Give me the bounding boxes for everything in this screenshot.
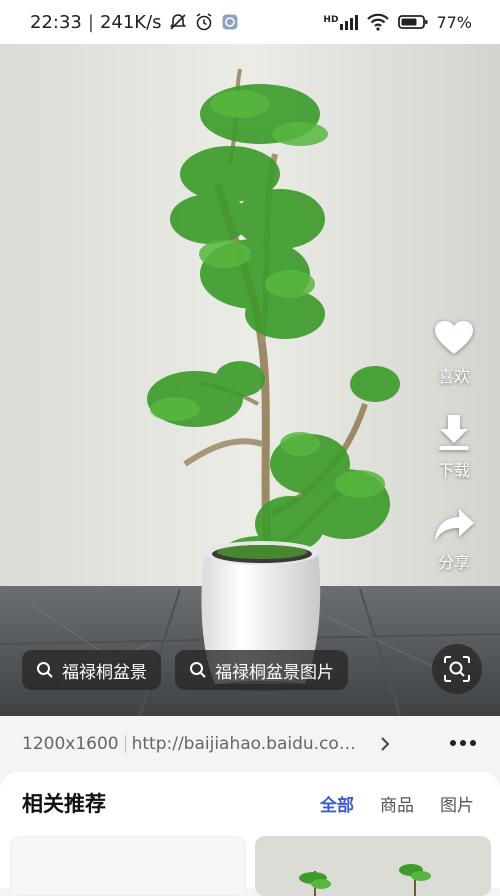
recommendation-thumbnail[interactable]	[255, 836, 491, 896]
hd-label: HD	[323, 14, 339, 25]
image-viewer[interactable]: 喜欢 下载 分享 福禄桐盆景 福禄桐盆景图片	[0, 44, 500, 716]
battery-icon	[398, 15, 428, 29]
recommendation-thumbnail[interactable]	[10, 836, 246, 896]
tab-images[interactable]: 图片	[440, 791, 474, 816]
status-right: HD 77%	[323, 13, 472, 32]
more-icon[interactable]	[450, 740, 476, 746]
recs-tabs: 全部 商品 图片	[320, 791, 474, 816]
related-recommendations: 相关推荐 全部 商品 图片	[0, 772, 500, 896]
search-chip-1[interactable]: 福禄桐盆景	[22, 650, 161, 690]
download-icon	[439, 415, 469, 450]
search-icon	[37, 662, 53, 678]
like-label: 喜欢	[437, 367, 470, 386]
status-separator: |	[87, 11, 94, 33]
source-url-link[interactable]: http://baijiahao.baidu.com/...	[132, 734, 372, 754]
share-icon	[435, 509, 474, 541]
status-bar: 22:33 | 241K/s HD 77%	[0, 0, 500, 44]
image-info-row: 1200x1600 http://baijiahao.baidu.com/...	[0, 716, 500, 772]
info-separator	[124, 735, 126, 753]
visual-search-button[interactable]	[432, 644, 482, 694]
chevron-right-icon[interactable]	[380, 736, 390, 752]
clock: 22:33	[30, 11, 82, 33]
recs-title: 相关推荐	[22, 792, 106, 816]
alarm-icon	[196, 13, 212, 31]
tab-products[interactable]: 商品	[380, 791, 414, 816]
tab-all[interactable]: 全部	[320, 791, 354, 816]
search-chip-2[interactable]: 福禄桐盆景图片	[175, 650, 348, 690]
search-chip-label: 福禄桐盆景	[62, 662, 147, 683]
hd-signal-icon: HD	[323, 14, 359, 30]
status-left: 22:33 | 241K/s	[30, 12, 240, 33]
lens-icon	[444, 656, 470, 682]
battery-percent: 77%	[436, 12, 472, 32]
side-actions: 喜欢 下载 分享	[424, 319, 484, 573]
download-label: 下载	[437, 461, 470, 480]
image-resolution: 1200x1600	[22, 734, 119, 754]
download-button[interactable]: 下载	[436, 413, 472, 481]
app-notification-icon	[222, 14, 238, 30]
recs-header: 相关推荐 全部 商品 图片	[22, 788, 474, 818]
wifi-icon	[367, 13, 390, 31]
like-button[interactable]: 喜欢	[433, 319, 475, 387]
network-speed: 241K/s	[99, 11, 162, 33]
heart-icon	[435, 321, 473, 354]
search-icon	[190, 662, 206, 678]
search-chip-label: 福禄桐盆景图片	[215, 662, 334, 683]
share-label: 分享	[437, 553, 470, 572]
mute-bell-icon	[169, 14, 186, 30]
search-chips: 福禄桐盆景 福禄桐盆景图片	[22, 650, 348, 690]
share-button[interactable]: 分享	[433, 507, 475, 573]
plant-thumbnail	[255, 836, 491, 896]
